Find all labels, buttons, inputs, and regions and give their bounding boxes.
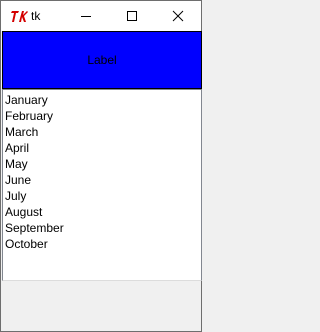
maximize-button[interactable]: [109, 1, 155, 31]
list-item[interactable]: February: [5, 108, 64, 124]
list-item[interactable]: June: [5, 172, 64, 188]
list-item[interactable]: August: [5, 204, 64, 220]
list-item[interactable]: January: [5, 92, 64, 108]
minimize-button[interactable]: [63, 1, 109, 31]
label-text: Label: [87, 53, 117, 67]
minimize-icon: [81, 16, 91, 17]
month-listbox[interactable]: January February March April May June July Augu…: [2, 89, 202, 281]
list-item[interactable]: April: [5, 140, 64, 156]
close-icon: [172, 10, 184, 22]
list-item[interactable]: March: [5, 124, 64, 140]
window-title: tk: [31, 9, 41, 23]
listbox-items: January February March April May June July Augu…: [5, 92, 64, 252]
list-item[interactable]: May: [5, 156, 64, 172]
close-button[interactable]: [155, 1, 201, 31]
app-window: tk Label January February March April May Jun…: [0, 0, 202, 332]
list-item[interactable]: July: [5, 188, 64, 204]
title-bar[interactable]: tk: [1, 1, 201, 31]
maximize-icon: [127, 11, 137, 21]
list-item[interactable]: September: [5, 220, 64, 236]
list-item[interactable]: October: [5, 236, 64, 252]
tk-feather-icon: [10, 8, 28, 24]
blue-label: Label: [2, 31, 202, 89]
